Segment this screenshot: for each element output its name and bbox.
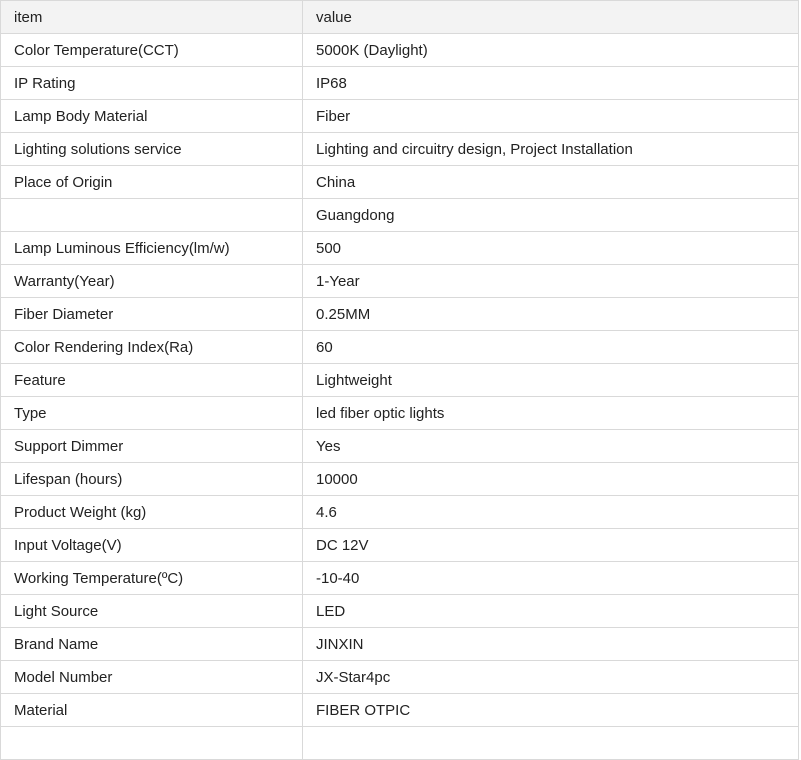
item-cell: Fiber Diameter: [0, 297, 303, 331]
value-cell: 1-Year: [302, 264, 799, 298]
item-cell: Material: [0, 693, 303, 727]
item-cell: Product Weight (kg): [0, 495, 303, 529]
value-cell: JINXIN: [302, 627, 799, 661]
value-cell: Yes: [302, 429, 799, 463]
table-row: Feature Lightweight: [0, 363, 799, 397]
table-row: Product Weight (kg) 4.6: [0, 495, 799, 529]
item-cell: Support Dimmer: [0, 429, 303, 463]
table-header-row: item value: [0, 0, 799, 34]
item-cell: Light Source: [0, 594, 303, 628]
table-row: Working Temperature(ºC) -10-40: [0, 561, 799, 595]
table-row: Guangdong: [0, 198, 799, 232]
item-cell: Color Rendering Index(Ra): [0, 330, 303, 364]
value-cell: FIBER OTPIC: [302, 693, 799, 727]
value-cell: IP68: [302, 66, 799, 100]
item-cell: Type: [0, 396, 303, 430]
table-row: Lamp Luminous Efficiency(lm/w) 500: [0, 231, 799, 265]
item-cell: IP Rating: [0, 66, 303, 100]
table-row: Model Number JX-Star4pc: [0, 660, 799, 694]
column-header-value: value: [302, 0, 799, 34]
item-cell: [0, 198, 303, 232]
table-row: Light Source LED: [0, 594, 799, 628]
table-row: Warranty(Year) 1-Year: [0, 264, 799, 298]
value-cell: Guangdong: [302, 198, 799, 232]
table-row: Brand Name JINXIN: [0, 627, 799, 661]
item-cell: Color Temperature(CCT): [0, 33, 303, 67]
value-cell: -10-40: [302, 561, 799, 595]
item-cell: Feature: [0, 363, 303, 397]
table-row: Color Temperature(CCT) 5000K (Daylight): [0, 33, 799, 67]
table-row: IP Rating IP68: [0, 66, 799, 100]
item-cell: Lamp Body Material: [0, 99, 303, 133]
value-cell: 60: [302, 330, 799, 364]
item-cell: Input Voltage(V): [0, 528, 303, 562]
table-row: Input Voltage(V) DC 12V: [0, 528, 799, 562]
item-cell: Brand Name: [0, 627, 303, 661]
value-cell: Lightweight: [302, 363, 799, 397]
value-cell: 500: [302, 231, 799, 265]
table-row: Lighting solutions service Lighting and …: [0, 132, 799, 166]
item-cell: Model Number: [0, 660, 303, 694]
value-cell: LED: [302, 594, 799, 628]
table-row: Lamp Body Material Fiber: [0, 99, 799, 133]
value-cell: DC 12V: [302, 528, 799, 562]
item-cell: Lamp Luminous Efficiency(lm/w): [0, 231, 303, 265]
value-cell: 10000: [302, 462, 799, 496]
table-row: Fiber Diameter 0.25MM: [0, 297, 799, 331]
item-cell: [0, 726, 303, 760]
table-row: [0, 726, 799, 760]
item-cell: Working Temperature(ºC): [0, 561, 303, 595]
item-cell: Lighting solutions service: [0, 132, 303, 166]
value-cell: 0.25MM: [302, 297, 799, 331]
column-header-item: item: [0, 0, 303, 34]
value-cell: Fiber: [302, 99, 799, 133]
item-cell: Lifespan (hours): [0, 462, 303, 496]
value-cell: led fiber optic lights: [302, 396, 799, 430]
table-row: Place of Origin China: [0, 165, 799, 199]
table-row: Support Dimmer Yes: [0, 429, 799, 463]
table-body: Color Temperature(CCT) 5000K (Daylight) …: [0, 33, 799, 760]
spec-table: item value Color Temperature(CCT) 5000K …: [0, 0, 799, 760]
table-row: Color Rendering Index(Ra) 60: [0, 330, 799, 364]
item-cell: Place of Origin: [0, 165, 303, 199]
value-cell: Lighting and circuitry design, Project I…: [302, 132, 799, 166]
table-row: Material FIBER OTPIC: [0, 693, 799, 727]
value-cell: China: [302, 165, 799, 199]
value-cell: 4.6: [302, 495, 799, 529]
table-row: Type led fiber optic lights: [0, 396, 799, 430]
table-row: Lifespan (hours) 10000: [0, 462, 799, 496]
value-cell: [302, 726, 799, 760]
item-cell: Warranty(Year): [0, 264, 303, 298]
value-cell: JX-Star4pc: [302, 660, 799, 694]
value-cell: 5000K (Daylight): [302, 33, 799, 67]
